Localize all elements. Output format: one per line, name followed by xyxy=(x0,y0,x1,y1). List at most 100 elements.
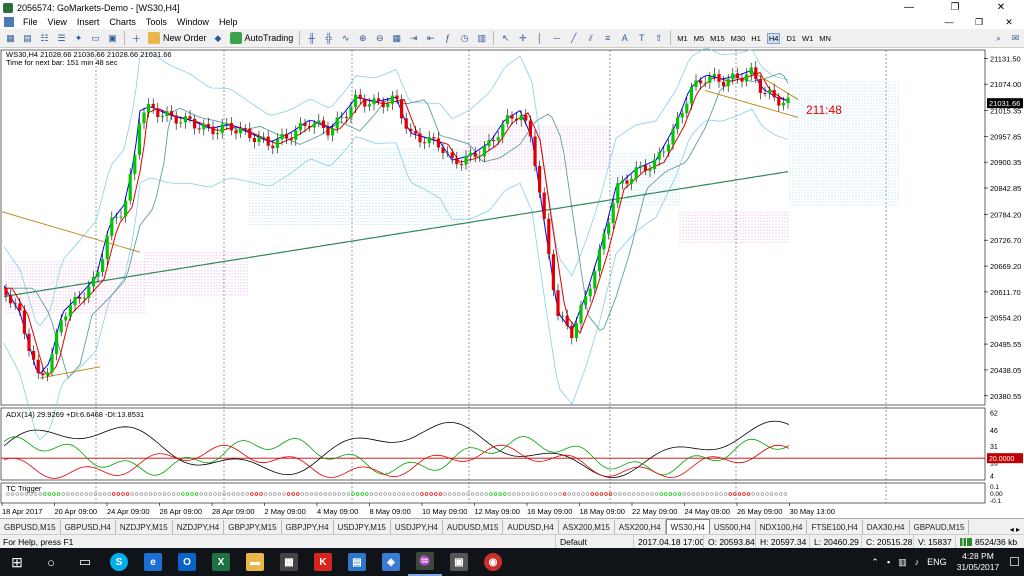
language-indicator[interactable]: ENG xyxy=(927,557,947,567)
media-button[interactable]: ▣ xyxy=(442,548,476,576)
chart-tab-ndx100-h4[interactable]: NDX100,H4 xyxy=(756,520,808,534)
menu-file[interactable]: File xyxy=(23,17,38,27)
chart-tab-usdjpy-h4[interactable]: USDJPY,H4 xyxy=(391,520,443,534)
zoom-out-icon[interactable]: ⊖ xyxy=(372,31,387,46)
excel-button[interactable]: X xyxy=(204,548,238,576)
outlook-button[interactable]: O xyxy=(170,548,204,576)
templates-icon[interactable]: ▥ xyxy=(474,31,489,46)
start-button[interactable]: ⊞ xyxy=(0,548,34,576)
task-view-button[interactable]: ▭ xyxy=(68,548,102,576)
chrome-button[interactable]: ◉ xyxy=(476,548,510,576)
strategy-tester-icon[interactable]: ▣ xyxy=(105,31,120,46)
timeframe-h1[interactable]: H1 xyxy=(751,34,761,43)
new-order-icon[interactable]: ＋ xyxy=(129,31,144,46)
k-app-button[interactable]: K xyxy=(306,548,340,576)
menu-charts[interactable]: Charts xyxy=(109,17,136,27)
store-button[interactable]: ▤ xyxy=(340,548,374,576)
chart-tab-nzdjpy-h4[interactable]: NZDJPY,H4 xyxy=(173,520,225,534)
metaeditor-icon[interactable]: ◆ xyxy=(211,31,226,46)
trendline-icon[interactable]: ╱ xyxy=(566,31,581,46)
mdi-close-button[interactable]: ✕ xyxy=(994,17,1024,28)
skype-button[interactable]: S xyxy=(102,548,136,576)
tray-app-icon[interactable]: ▪ xyxy=(887,557,890,567)
new-order-button[interactable]: New Order xyxy=(148,32,207,44)
profiles-icon[interactable]: ▤ xyxy=(20,31,35,46)
chat-icon[interactable]: ✉ xyxy=(1008,31,1023,46)
menu-insert[interactable]: Insert xyxy=(77,17,100,27)
maximize-button[interactable]: ❐ xyxy=(932,2,978,13)
cursor-icon[interactable]: ↖ xyxy=(498,31,513,46)
chart-tab-ftse100-h4[interactable]: FTSE100,H4 xyxy=(807,520,863,534)
line-chart-icon[interactable]: ∿ xyxy=(338,31,353,46)
chart-tab-us500-h4[interactable]: US500,H4 xyxy=(710,520,756,534)
tile-windows-icon[interactable]: ▦ xyxy=(389,31,404,46)
profile-name[interactable]: Default xyxy=(555,534,633,549)
periods-icon[interactable]: ◷ xyxy=(457,31,472,46)
chart-tab-gbpjpy-m15[interactable]: GBPJPY,M15 xyxy=(224,520,282,534)
file-explorer-button[interactable]: ▬ xyxy=(238,548,272,576)
connection-traffic[interactable]: 8524/36 kb xyxy=(955,534,1024,549)
chart-tab-dax30-h4[interactable]: DAX30,H4 xyxy=(863,520,910,534)
chart-tab-ws30-h4[interactable]: WS30,H4 xyxy=(665,519,710,534)
new-chart-icon[interactable]: ▦ xyxy=(3,31,18,46)
chart-svg[interactable]: 21131.5021074.0021015.3520957.8520900.35… xyxy=(0,48,1024,518)
menu-help[interactable]: Help xyxy=(219,17,238,27)
timeframe-d1[interactable]: D1 xyxy=(786,34,796,43)
mdi-restore-button[interactable]: ❐ xyxy=(964,17,994,28)
calculator-button[interactable]: ▦ xyxy=(272,548,306,576)
chart-area[interactable]: 21131.50 21074.00 21015.35 20957.85 20900.35… xyxy=(0,48,1024,518)
close-button[interactable]: ✕ xyxy=(978,2,1024,13)
chart-tab-asx200-m15[interactable]: ASX200,M15 xyxy=(559,520,615,534)
timeframe-m5[interactable]: M5 xyxy=(694,34,704,43)
autoscroll-icon[interactable]: ⇥ xyxy=(406,31,421,46)
chart-tab-nzdjpy-m15[interactable]: NZDJPY,M15 xyxy=(116,520,173,534)
chart-tab-gbpusd-h4[interactable]: GBPUSD,H4 xyxy=(61,520,116,534)
chart-tab-gbpjpy-h4[interactable]: GBPJPY,H4 xyxy=(282,520,334,534)
chart-tab-gbpaud-m15[interactable]: GBPAUD,M15 xyxy=(910,520,970,534)
search-icon[interactable]: ⌕ xyxy=(991,31,1006,46)
defender-button[interactable]: ◈ xyxy=(374,548,408,576)
metatrader-button[interactable]: ♒ xyxy=(408,548,442,576)
volume-icon[interactable]: ♪ xyxy=(915,557,920,567)
chart-tab-asx200-h4[interactable]: ASX200,H4 xyxy=(615,520,666,534)
data-window-icon[interactable]: ☰ xyxy=(54,31,69,46)
timeframe-m15[interactable]: M15 xyxy=(710,34,725,43)
timeframe-w1[interactable]: W1 xyxy=(802,34,813,43)
tray-overflow-icon[interactable]: ⌃ xyxy=(871,557,879,568)
chart-tab-audusd-m15[interactable]: AUDUSD,M15 xyxy=(443,520,504,534)
chart-tab-usdjpy-m15[interactable]: USDJPY,M15 xyxy=(334,520,391,534)
channel-icon[interactable]: ⫽ xyxy=(583,31,598,46)
menu-window[interactable]: Window xyxy=(177,17,209,27)
autotrading-button[interactable]: AutoTrading xyxy=(229,32,293,44)
timeframe-h4[interactable]: H4 xyxy=(766,32,781,44)
chart-tab-gbpusd-m15[interactable]: GBPUSD,M15 xyxy=(0,520,61,534)
mdi-minimize-button[interactable]: — xyxy=(934,17,964,28)
crosshair-icon[interactable]: ✛ xyxy=(515,31,530,46)
notifications-icon[interactable]: ☐ xyxy=(1009,555,1020,569)
chart-tab-audusd-h4[interactable]: AUDUSD,H4 xyxy=(503,520,559,534)
menu-tools[interactable]: Tools xyxy=(146,17,167,27)
horizontal-line-icon[interactable]: ─ xyxy=(549,31,564,46)
timeframe-m1[interactable]: M1 xyxy=(677,34,687,43)
candlestick-icon[interactable]: ╬ xyxy=(321,31,336,46)
timeframe-mn[interactable]: MN xyxy=(819,34,831,43)
chart-shift-icon[interactable]: ⇤ xyxy=(423,31,438,46)
market-watch-icon[interactable]: ☷ xyxy=(37,31,52,46)
fibonacci-icon[interactable]: ≡ xyxy=(600,31,615,46)
tab-scroll-arrows[interactable]: ◂ ▸ xyxy=(1006,525,1024,534)
menu-view[interactable]: View xyxy=(48,17,67,27)
timeframe-m30[interactable]: M30 xyxy=(731,34,746,43)
vertical-line-icon[interactable]: │ xyxy=(532,31,547,46)
bar-chart-icon[interactable]: ╫ xyxy=(304,31,319,46)
arrow-icon[interactable]: ⇧ xyxy=(651,31,666,46)
navigator-icon[interactable]: ✦ xyxy=(71,31,86,46)
network-icon[interactable]: ▥ xyxy=(898,557,907,568)
edge-button[interactable]: e xyxy=(136,548,170,576)
search-taskbar-button[interactable]: ○ xyxy=(34,548,68,576)
terminal-icon[interactable]: ▭ xyxy=(88,31,103,46)
label-icon[interactable]: T xyxy=(634,31,649,46)
taskbar-clock[interactable]: 4:28 PM 31/05/2017 xyxy=(957,551,1000,573)
minimize-button[interactable]: — xyxy=(886,2,932,13)
indicators-icon[interactable]: ƒ xyxy=(440,31,455,46)
zoom-in-icon[interactable]: ⊕ xyxy=(355,31,370,46)
